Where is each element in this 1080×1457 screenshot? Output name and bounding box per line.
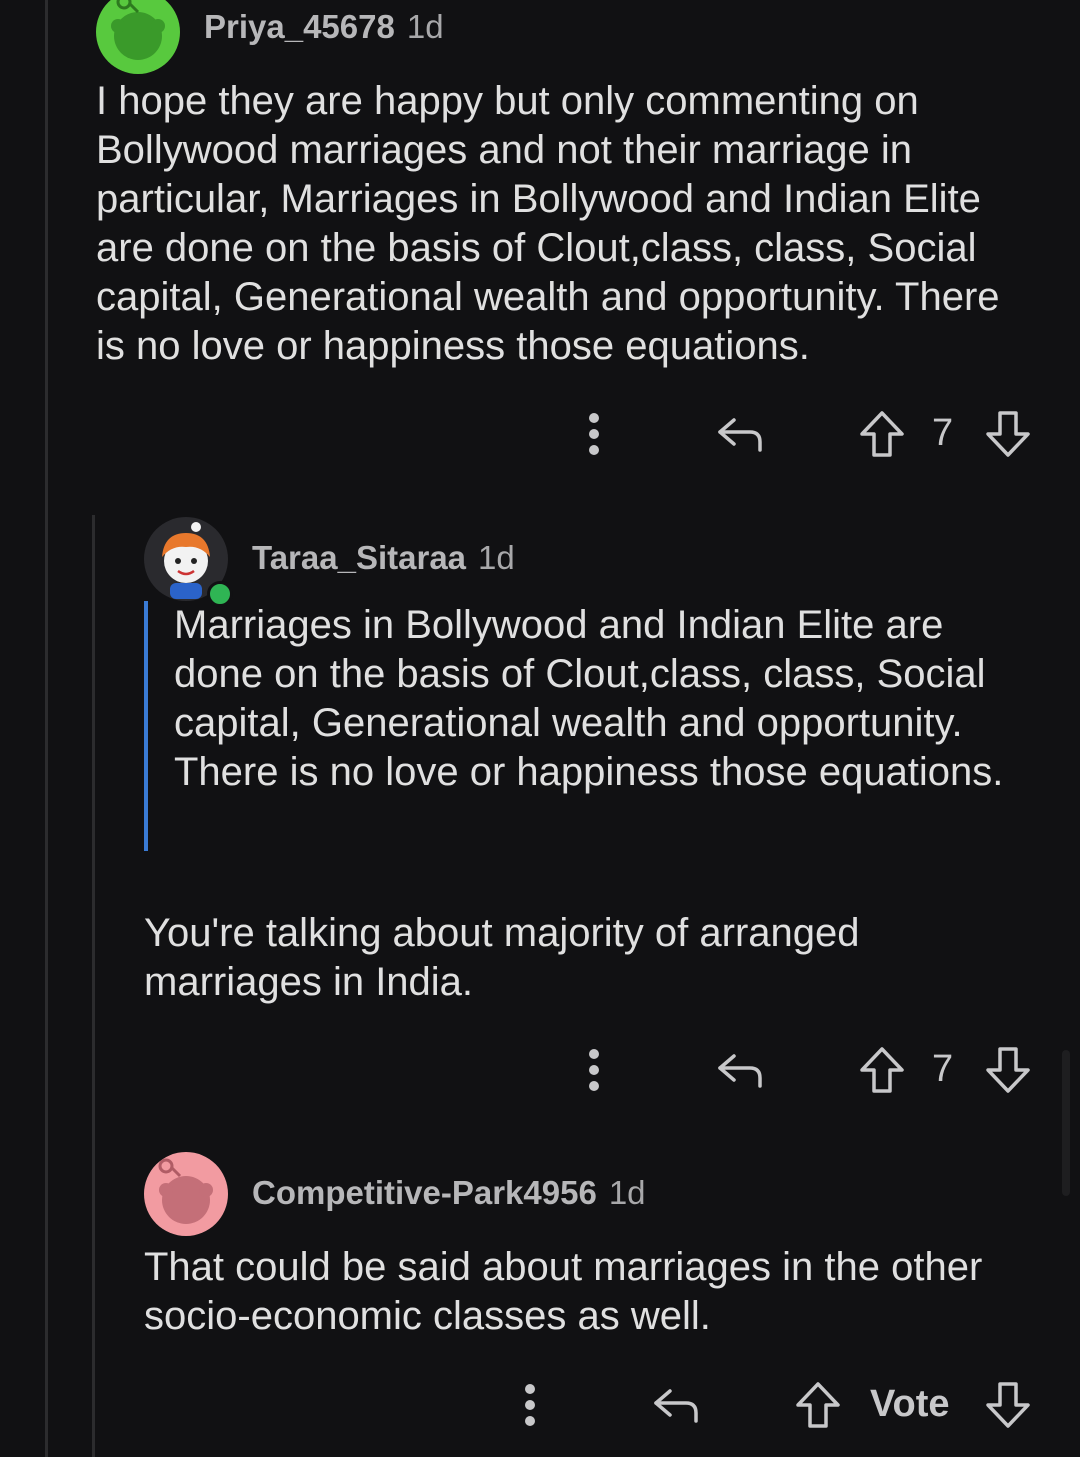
- comment-body: You're talking about majority of arrange…: [144, 911, 860, 1004]
- timestamp: 1d: [406, 8, 444, 45]
- username[interactable]: Competitive-Park4956: [252, 1174, 597, 1211]
- username[interactable]: Taraa_Sitaraa: [252, 539, 466, 576]
- comment-taraa: Taraa_Sitaraa 1d Marriages in Bollywood a…: [0, 515, 1080, 1115]
- reply-button[interactable]: [710, 404, 770, 464]
- more-vertical-icon: [589, 1049, 599, 1091]
- reply-icon: [718, 1054, 762, 1088]
- vote-count: 7: [932, 1048, 954, 1090]
- comment-body: I hope they are happy but only commentin…: [96, 79, 1000, 368]
- upvote-button[interactable]: [856, 1040, 908, 1100]
- comment-competitive-park: Competitive-Park4956 1d That could be sai…: [0, 1150, 1080, 1457]
- reply-button[interactable]: [646, 1375, 706, 1435]
- upvote-icon: [796, 1382, 840, 1428]
- downvote-icon: [986, 411, 1030, 457]
- downvote-button[interactable]: [982, 1375, 1034, 1435]
- comment-meta: Competitive-Park4956 1d: [252, 1174, 646, 1212]
- snoo-avatar-icon: [111, 0, 165, 60]
- comment-actions: Vote: [0, 1375, 1080, 1435]
- avatar[interactable]: [96, 0, 180, 74]
- more-button[interactable]: [574, 404, 614, 464]
- timestamp: 1d: [478, 539, 515, 576]
- more-button[interactable]: [574, 1040, 614, 1100]
- reply-button[interactable]: [710, 1040, 770, 1100]
- reply-icon: [654, 1389, 698, 1423]
- avatar[interactable]: [144, 1152, 228, 1236]
- more-vertical-icon: [589, 413, 599, 455]
- upvote-icon: [860, 411, 904, 457]
- timestamp: 1d: [608, 1174, 646, 1211]
- more-vertical-icon: [525, 1384, 535, 1426]
- upvote-button[interactable]: [792, 1375, 844, 1435]
- username[interactable]: Priya_45678: [204, 8, 395, 45]
- comment-actions: 7: [0, 404, 1080, 464]
- vote-label: Vote: [870, 1383, 950, 1425]
- comment-body: That could be said about marriages in th…: [144, 1245, 983, 1338]
- downvote-button[interactable]: [982, 1040, 1034, 1100]
- more-button[interactable]: [510, 1375, 550, 1435]
- comment-priya: Priya_45678 1d I hope they are happy but …: [0, 0, 1080, 480]
- vote-count: 7: [932, 412, 954, 454]
- quoted-text: Marriages in Bollywood and Indian Elite …: [144, 601, 1020, 851]
- snoo-avatar-icon: [158, 1158, 213, 1224]
- comment-meta: Priya_45678 1d: [204, 8, 444, 46]
- downvote-icon: [986, 1047, 1030, 1093]
- comment-meta: Taraa_Sitaraa 1d: [252, 539, 515, 577]
- reply-icon: [718, 418, 762, 452]
- downvote-button[interactable]: [982, 404, 1034, 464]
- upvote-button[interactable]: [856, 404, 908, 464]
- upvote-icon: [860, 1047, 904, 1093]
- downvote-icon: [986, 1382, 1030, 1428]
- comment-actions: 7: [0, 1040, 1080, 1100]
